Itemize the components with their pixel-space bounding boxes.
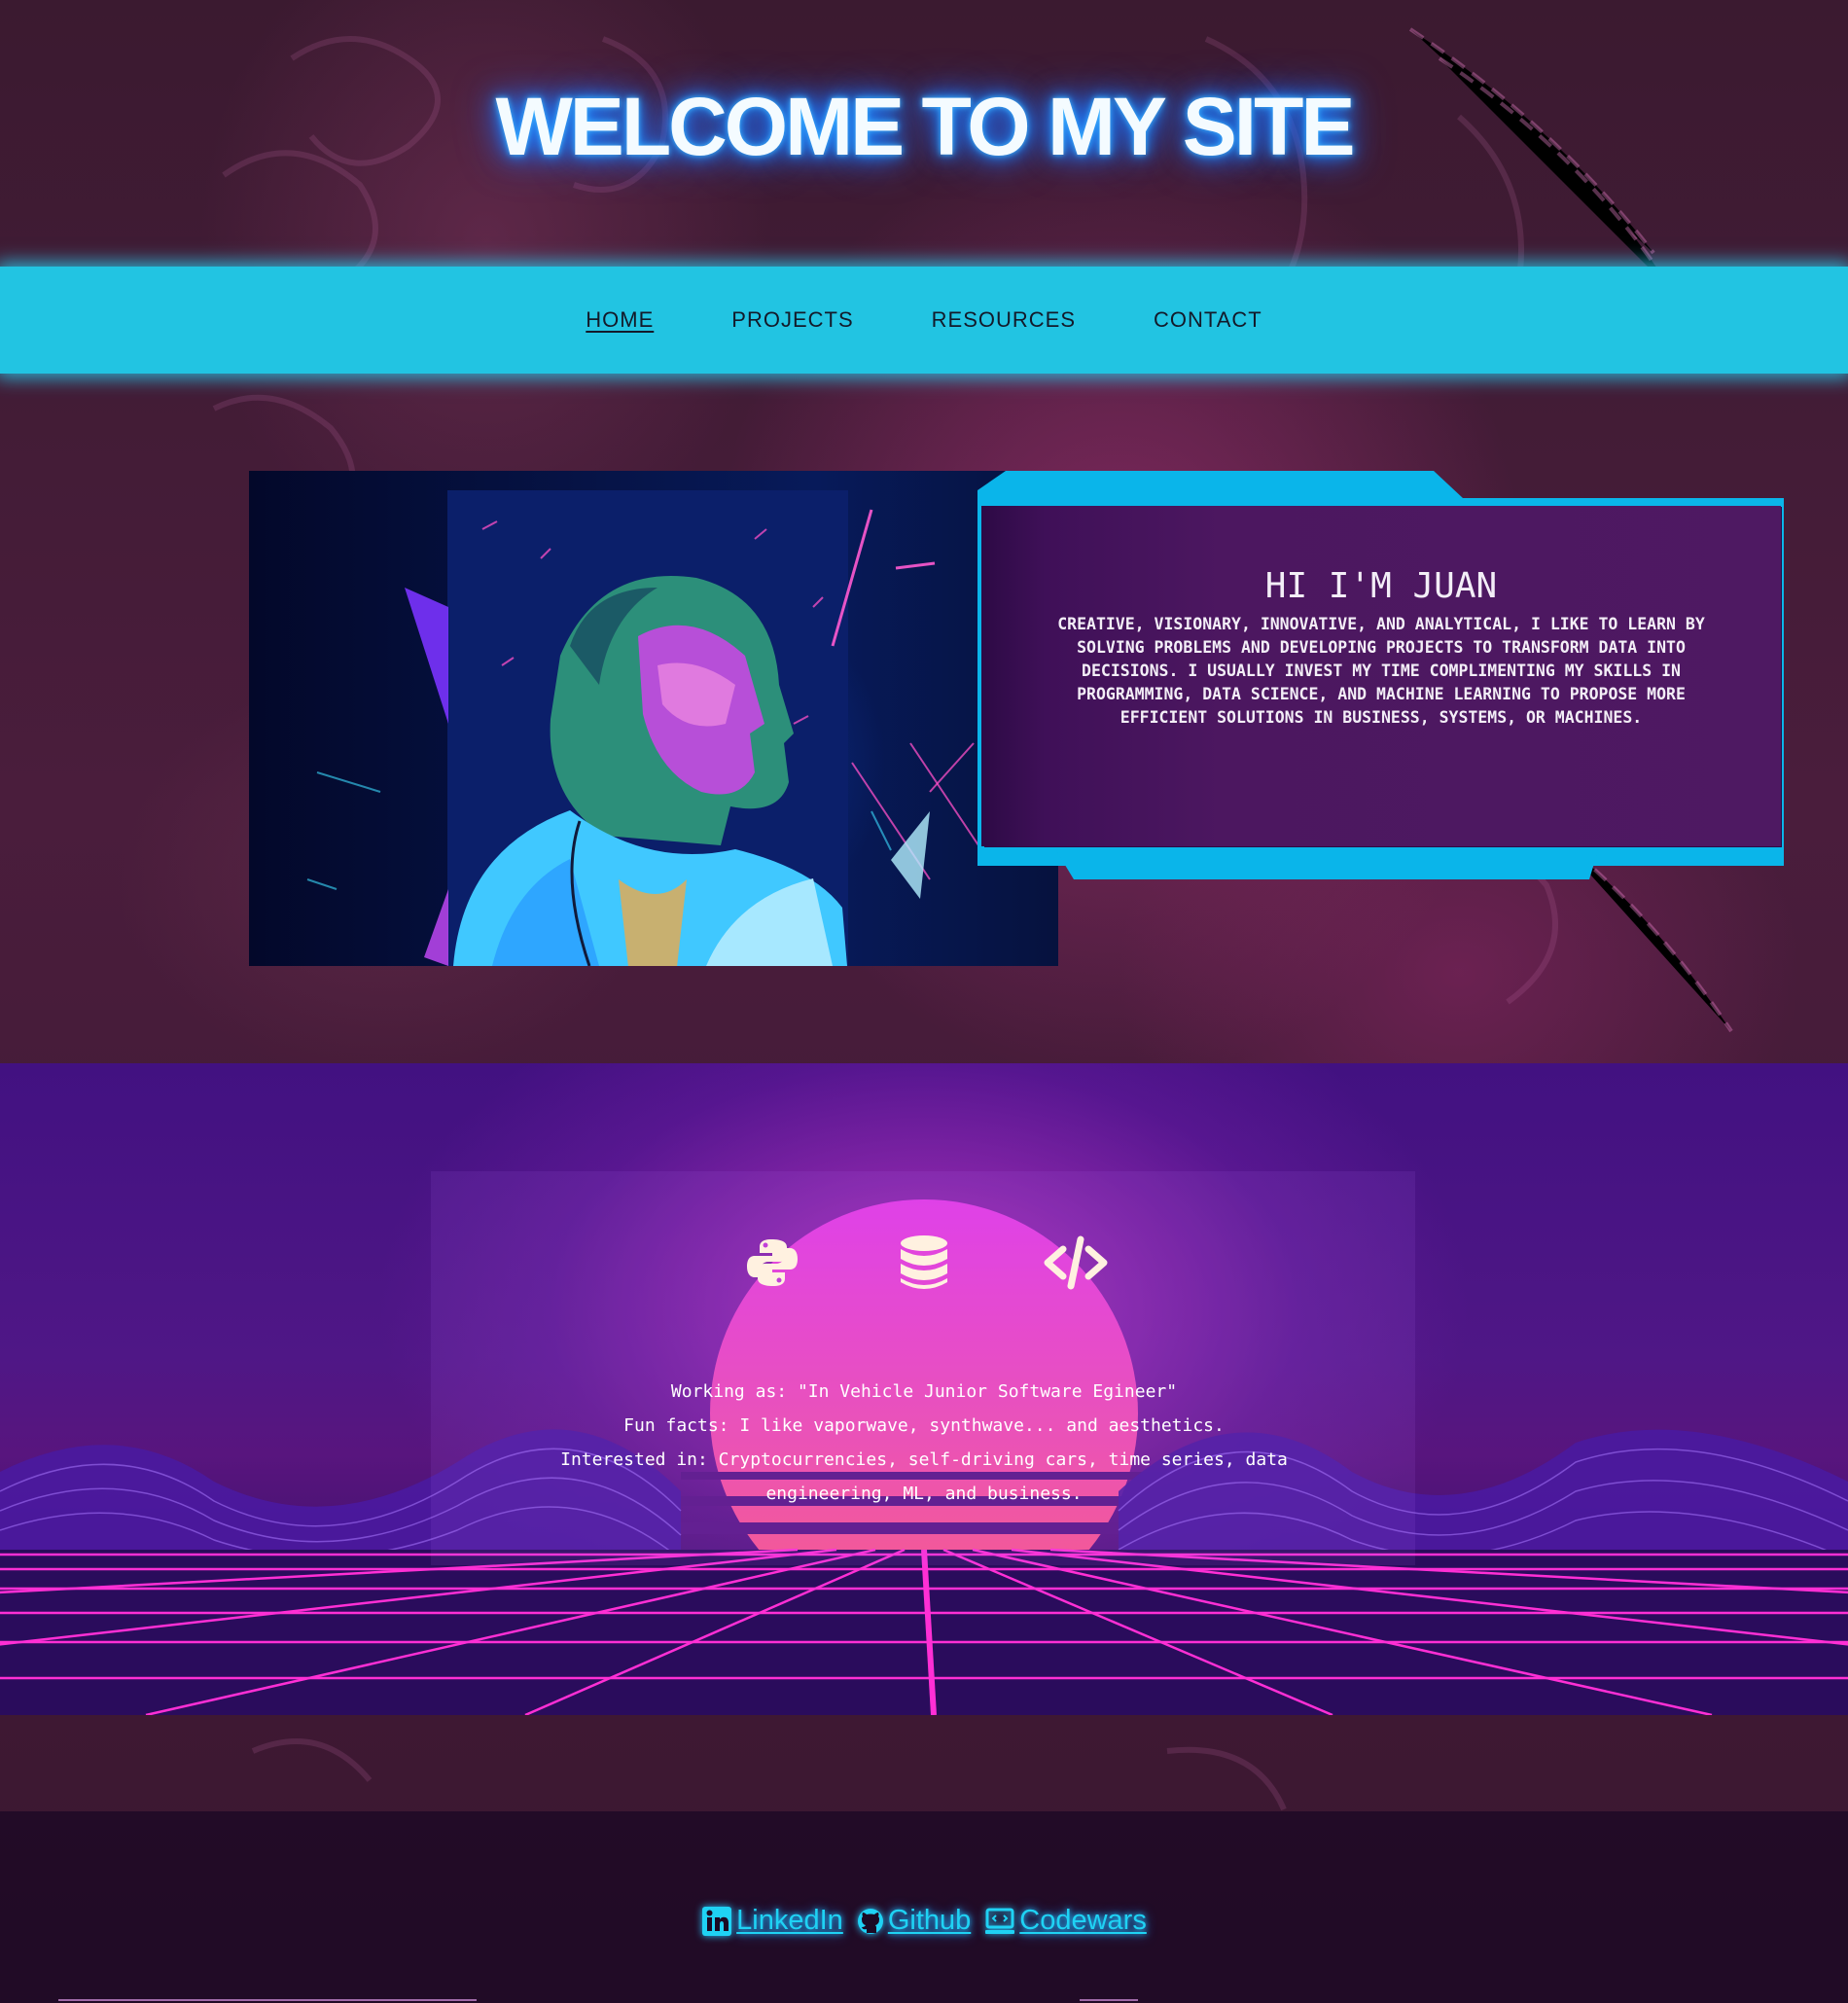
python-icon (747, 1239, 798, 1286)
site-title: WELCOME TO MY SITE (495, 81, 1356, 172)
github-icon (857, 1908, 883, 1934)
intro-heading: HI I'M JUAN (1264, 566, 1498, 606)
code-icon (1044, 1235, 1108, 1290)
database-icon (901, 1235, 947, 1289)
nav-contact[interactable]: CONTACT (1154, 307, 1262, 333)
scrollbar-segment (1080, 1999, 1138, 2001)
social-links: LinkedIn Github Codewars (0, 1905, 1848, 1937)
github-link[interactable]: Github (857, 1905, 971, 1937)
intro-bio: CREATIVE, VISIONARY, INNOVATIVE, AND ANA… (1057, 615, 1705, 727)
nav-home[interactable]: HOME (586, 307, 654, 333)
skills-info: Working as: "In Vehicle Junior Software … (506, 1375, 1342, 1511)
nav-projects[interactable]: PROJECTS (731, 307, 853, 333)
main-navbar: HOME PROJECTS RESOURCES CONTACT (0, 267, 1848, 374)
working-as-line: Working as: "In Vehicle Junior Software … (670, 1381, 1178, 1402)
fun-facts-line: Fun facts: I like vaporwave, synthwave..… (623, 1415, 1225, 1436)
interested-in-line: Interested in: Cryptocurrencies, self-dr… (560, 1449, 1288, 1504)
github-label: Github (887, 1905, 972, 1936)
nav-resources[interactable]: RESOURCES (932, 307, 1076, 333)
codewars-icon (985, 1908, 1015, 1934)
profile-portrait (249, 471, 1058, 966)
linkedin-label: LinkedIn (736, 1905, 843, 1936)
codewars-label: Codewars (1019, 1905, 1147, 1936)
linkedin-link[interactable]: LinkedIn (701, 1905, 843, 1937)
scrollbar-track (58, 1999, 477, 2001)
codewars-link[interactable]: Codewars (984, 1905, 1147, 1937)
linkedin-icon (702, 1906, 732, 1936)
